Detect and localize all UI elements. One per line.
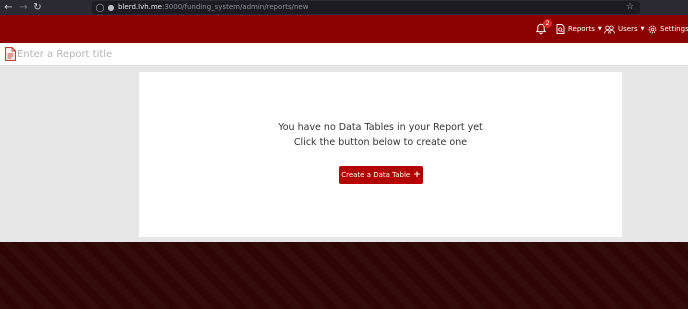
users-icon [604, 25, 615, 34]
url-path: :3000/funding_system/admin/reports/new [162, 3, 309, 11]
lock-icon[interactable]: ● [105, 1, 117, 14]
chevron-down-icon: ▼ [597, 26, 602, 32]
reports-menu[interactable]: Reports ▼ [556, 23, 602, 35]
reload-icon[interactable]: ↻ [31, 1, 44, 14]
users-menu[interactable]: Users ▼ [604, 23, 644, 35]
plus-icon: + [413, 170, 421, 180]
address-bar[interactable]: ◯ ● blerd.lvh.me:3000/funding_system/adm… [92, 1, 640, 14]
empty-state-message: You have no Data Tables in your Report y… [278, 122, 483, 133]
report-title-bar [0, 43, 688, 66]
browser-toolbar: ← → ↻ ◯ ● blerd.lvh.me:3000/funding_syst… [0, 0, 688, 15]
settings-menu-label: Settings [660, 25, 688, 33]
document-icon [5, 47, 16, 61]
create-data-table-label: Create a Data Table [341, 171, 411, 179]
notification-badge: 2 [543, 19, 552, 28]
users-menu-label: Users [618, 25, 638, 33]
page-footer [0, 242, 688, 309]
bookmark-star-icon[interactable]: ☆ [626, 1, 634, 14]
app-header: 2 Reports ▼ Users ▼ Settings ▼ [0, 15, 688, 43]
settings-menu[interactable]: Settings ▼ [648, 23, 688, 35]
url-host: blerd.lvh.me [118, 3, 162, 11]
create-data-table-button[interactable]: Create a Data Table + [339, 166, 423, 184]
chevron-down-icon: ▼ [640, 26, 645, 32]
empty-state-hint: Click the button below to create one [293, 137, 468, 148]
reports-menu-label: Reports [568, 25, 595, 33]
report-title-input[interactable] [17, 45, 337, 63]
url-text[interactable]: blerd.lvh.me:3000/funding_system/admin/r… [118, 1, 308, 14]
report-icon [556, 24, 565, 34]
data-tables-card: You have no Data Tables in your Report y… [139, 72, 622, 237]
back-icon[interactable]: ← [2, 1, 15, 14]
forward-icon[interactable]: → [17, 1, 30, 14]
gear-icon [648, 25, 657, 33]
